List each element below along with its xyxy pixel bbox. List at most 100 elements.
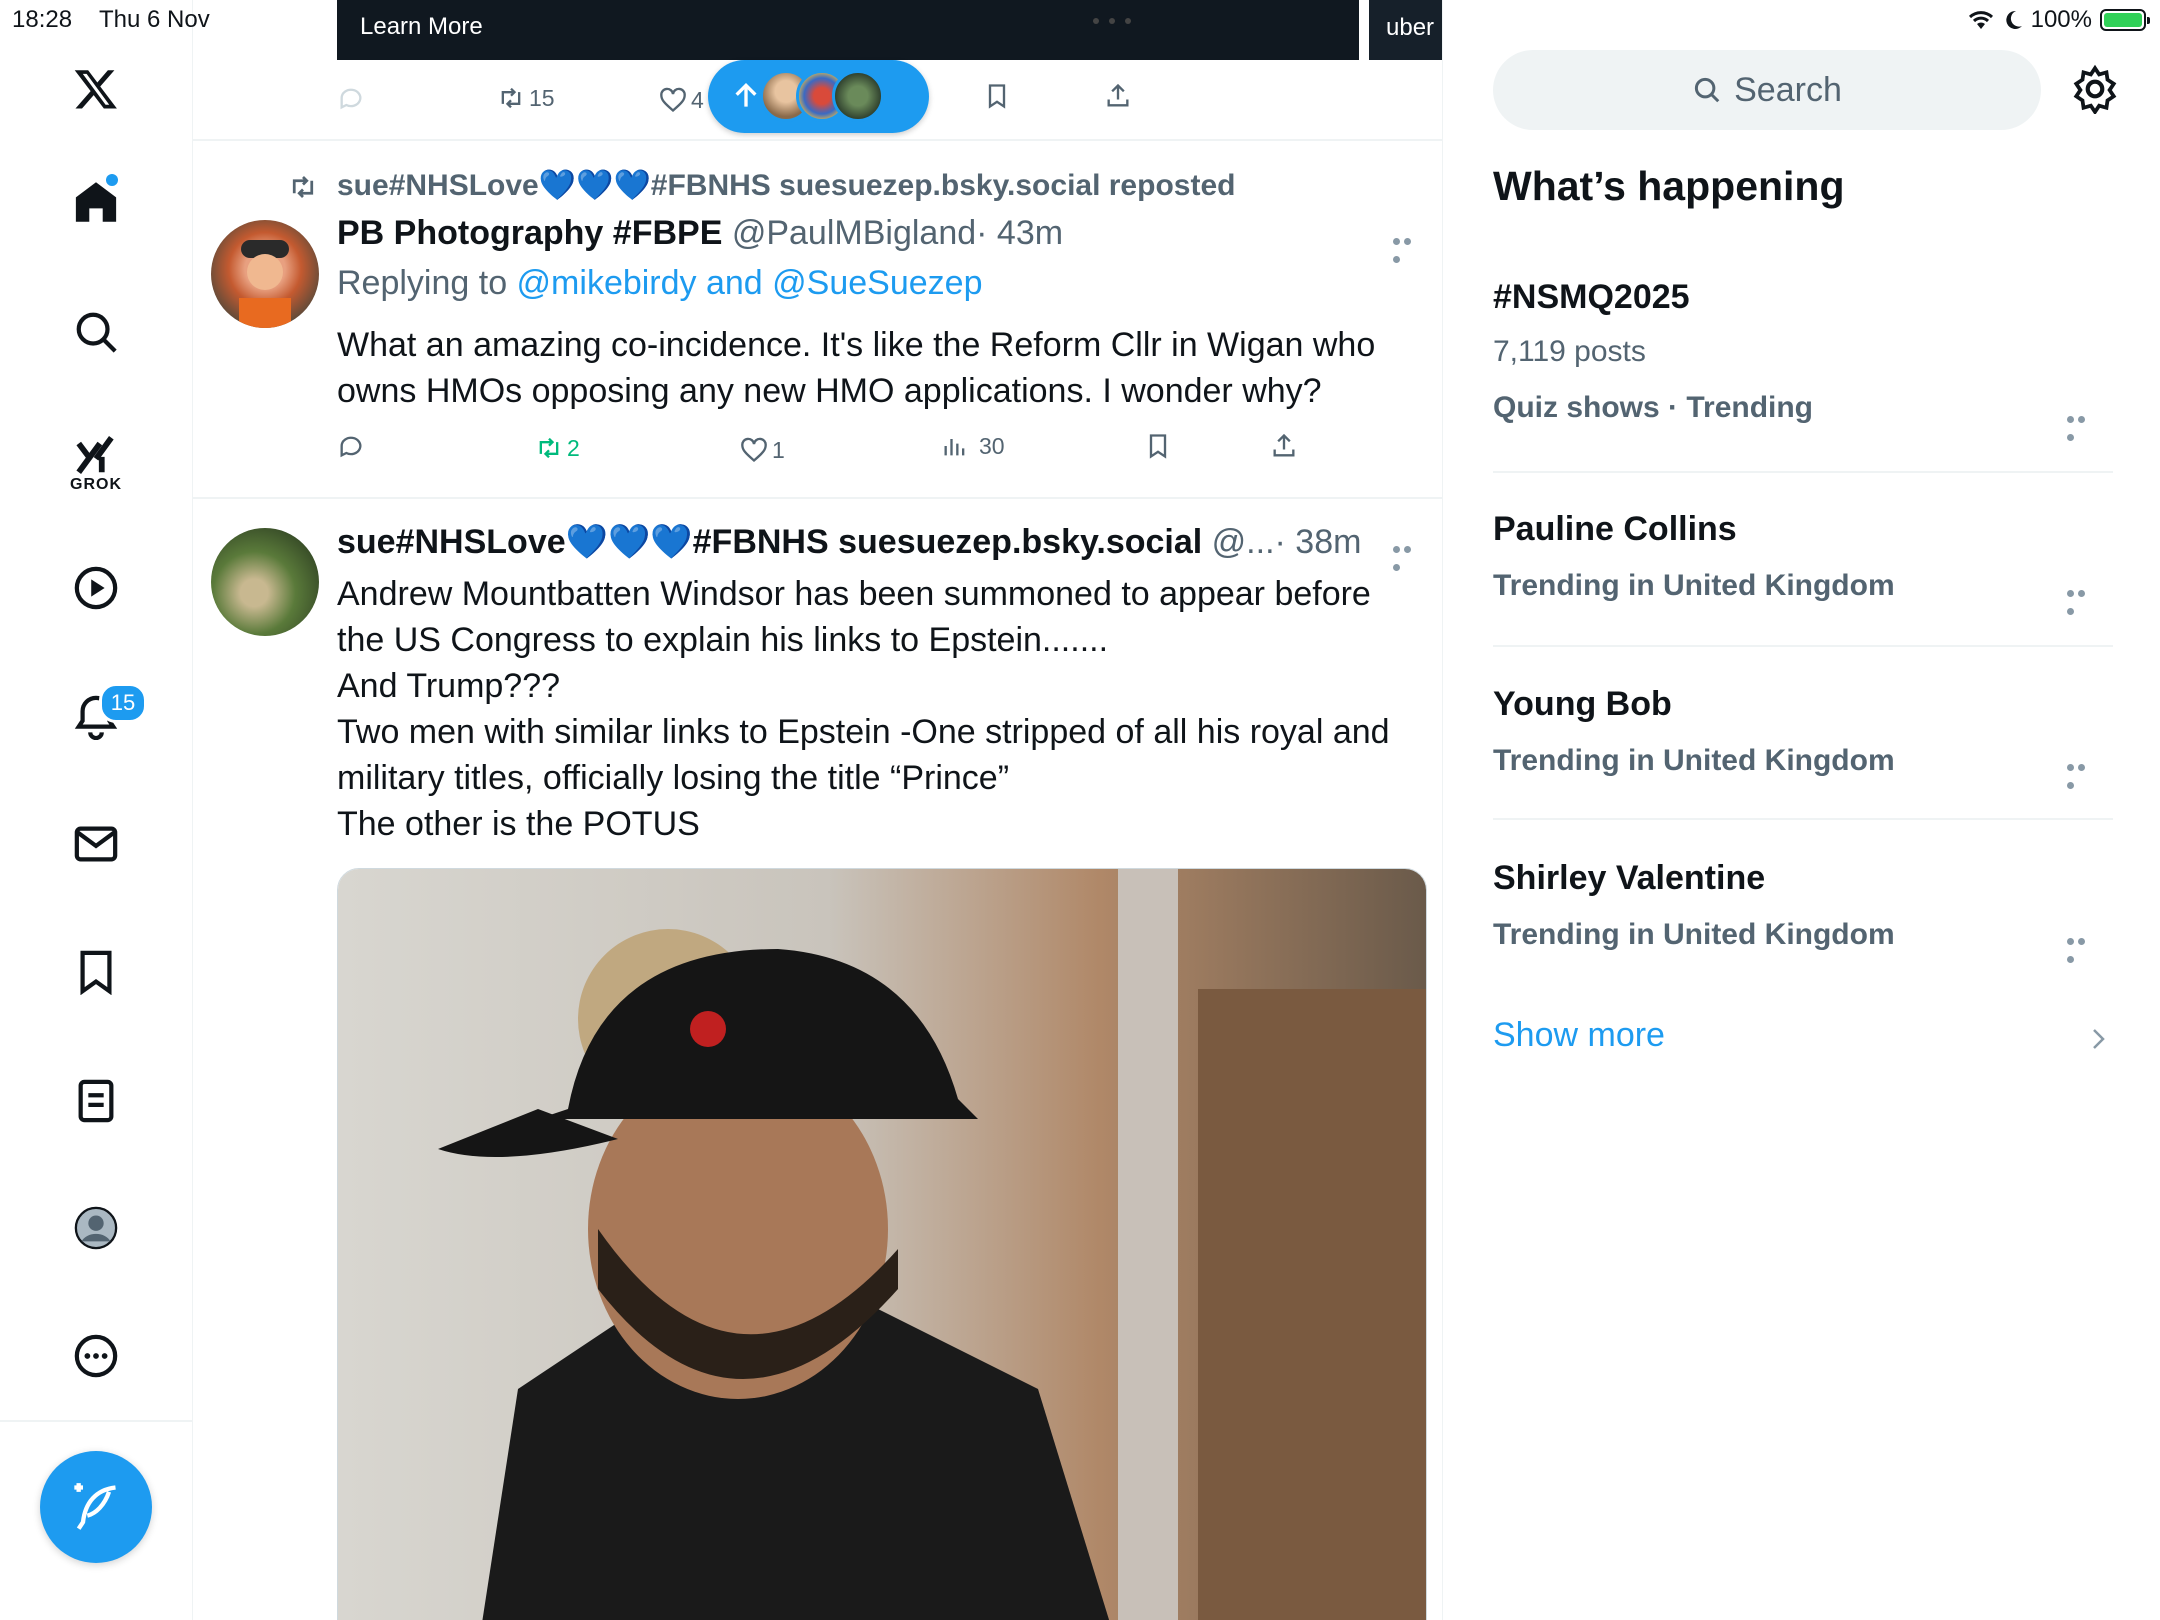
nav-divider bbox=[0, 1420, 192, 1422]
left-nav: GROK 15 bbox=[0, 0, 193, 1620]
trend-context: Trending in United Kingdom bbox=[1493, 918, 1895, 951]
top-like-count: 4 bbox=[691, 86, 704, 113]
search-input[interactable]: Search bbox=[1493, 50, 2041, 130]
compose-button[interactable] bbox=[40, 1451, 152, 1563]
trend-more-icon[interactable] bbox=[2067, 584, 2097, 615]
search-icon bbox=[1695, 77, 1720, 103]
tweet1-like-count: 1 bbox=[772, 436, 785, 463]
tweet1-views-count: 30 bbox=[979, 432, 1005, 459]
new-posts-pill[interactable] bbox=[708, 60, 929, 133]
retweet-icon bbox=[501, 87, 521, 109]
trend-item[interactable]: Shirley Valentine Trending in United Kin… bbox=[1493, 859, 2113, 952]
notifications-badge: 15 bbox=[99, 683, 147, 723]
trend-divider bbox=[1493, 645, 2113, 647]
trend-posts: 7,119 posts bbox=[1493, 335, 1646, 368]
heart-icon bbox=[741, 437, 767, 463]
x-logo-icon[interactable] bbox=[66, 59, 126, 119]
top-like-button[interactable]: 4 bbox=[659, 86, 704, 114]
home-unread-dot bbox=[106, 174, 118, 186]
arrow-up-icon bbox=[735, 82, 757, 107]
status-time: 18:28 bbox=[12, 6, 73, 33]
tweet1-reply-button[interactable] bbox=[337, 432, 365, 460]
search-placeholder: Search bbox=[1734, 70, 1842, 109]
trend-context: Trending in United Kingdom bbox=[1493, 569, 1895, 602]
tweet1-views-button[interactable]: 30 bbox=[941, 432, 1005, 460]
tweet2-text-line: military titles, officially losing the t… bbox=[337, 759, 1010, 797]
tweet1-more-icon[interactable] bbox=[1393, 232, 1423, 263]
pill-avatar-3 bbox=[832, 70, 884, 122]
tweet1-share-button[interactable] bbox=[1270, 432, 1298, 460]
trend-item[interactable]: Pauline Collins Trending in United Kingd… bbox=[1493, 510, 2113, 603]
tweet1-bookmark-button[interactable] bbox=[1144, 432, 1172, 460]
tweet1-handle[interactable]: @PaulMBigland bbox=[732, 214, 976, 252]
trend-item[interactable]: Young Bob Trending in United Kingdom bbox=[1493, 685, 2113, 778]
tweet1-header: PB Photography #FBPE @PaulMBigland· 43m bbox=[337, 214, 1063, 253]
bookmark-icon bbox=[1149, 434, 1167, 459]
trend-divider bbox=[1493, 471, 2113, 473]
more-icon[interactable] bbox=[66, 1326, 126, 1386]
replying-to-link[interactable]: @mikebirdy and @SueSuezep bbox=[517, 264, 983, 302]
tweet1-text-line: What an amazing co-incidence. It's like … bbox=[337, 326, 1376, 364]
trend-name: Shirley Valentine bbox=[1493, 859, 1766, 897]
profile-icon[interactable] bbox=[66, 1198, 126, 1258]
chevron-right-icon[interactable] bbox=[2088, 1024, 2110, 1054]
tweet2-time[interactable]: · 38m bbox=[1275, 523, 1362, 561]
tweet1-replying: Replying to @mikebirdy and @SueSuezep bbox=[337, 264, 983, 303]
tweet1-author[interactable]: PB Photography #FBPE bbox=[337, 214, 722, 252]
tweet2-handle[interactable]: @... bbox=[1212, 523, 1275, 561]
wifi-icon bbox=[1968, 11, 1993, 29]
top-reply-button[interactable] bbox=[337, 84, 365, 112]
views-icon bbox=[944, 439, 965, 456]
video-icon[interactable] bbox=[66, 558, 126, 618]
reposted-icon bbox=[285, 172, 325, 202]
tweet-separator bbox=[193, 497, 1442, 499]
settings-gear-icon[interactable] bbox=[2070, 64, 2120, 116]
tweet2-text-line: Two men with similar links to Epstein -O… bbox=[337, 713, 1390, 751]
trend-context: Quiz shows · Trending bbox=[1493, 391, 1814, 424]
trend-divider bbox=[1493, 818, 2113, 820]
search-icon[interactable] bbox=[66, 302, 126, 362]
top-bookmark-button[interactable] bbox=[983, 82, 1011, 110]
trend-item[interactable]: #NSMQ2025 7,119 posts Quiz shows · Trend… bbox=[1493, 278, 2113, 425]
top-retweet-button[interactable]: 15 bbox=[497, 84, 555, 112]
whats-happening-title: What’s happening bbox=[1493, 163, 1845, 209]
moon-icon bbox=[2005, 10, 2022, 29]
tweet2-author[interactable]: sue#NHSLove💙💙💙#FBNHS suesuezep.bsky.soci… bbox=[337, 523, 1202, 561]
share-icon bbox=[1273, 433, 1295, 457]
repost-line[interactable]: sue#NHSLove💙💙💙#FBNHS suesuezep.bsky.soci… bbox=[337, 168, 1235, 203]
tweet1-time[interactable]: · 43m bbox=[976, 214, 1063, 252]
share-icon bbox=[1107, 83, 1129, 107]
trend-name: Pauline Collins bbox=[1493, 510, 1737, 548]
battery-icon bbox=[2100, 9, 2150, 31]
bookmark-icon bbox=[988, 84, 1006, 109]
media-photo bbox=[338, 869, 1426, 1620]
trend-more-icon[interactable] bbox=[2067, 410, 2097, 441]
tweet-separator bbox=[193, 139, 1442, 141]
top-share-button[interactable] bbox=[1104, 82, 1132, 110]
top-retweet-count: 15 bbox=[529, 84, 555, 111]
lists-icon[interactable] bbox=[66, 1071, 126, 1131]
tweet1-like-button[interactable]: 1 bbox=[740, 436, 785, 464]
home-feed[interactable]: Learn More uber 15 4 sue#NHSLove💙💙💙#FBNH… bbox=[193, 0, 1443, 1620]
tweet1-avatar[interactable] bbox=[211, 220, 319, 328]
show-more-link[interactable]: Show more bbox=[1493, 1016, 1665, 1055]
trend-more-icon[interactable] bbox=[2067, 758, 2097, 789]
tweet2-more-icon[interactable] bbox=[1393, 540, 1423, 571]
trend-more-icon[interactable] bbox=[2067, 932, 2097, 963]
heart-icon bbox=[660, 87, 686, 113]
tweet1-retweet-button[interactable]: 2 bbox=[535, 434, 580, 462]
retweet-icon bbox=[539, 437, 559, 459]
tweet2-media-image[interactable] bbox=[337, 868, 1427, 1620]
reply-icon bbox=[340, 436, 362, 458]
status-bar: 18:28 Thu 6 Nov 100% bbox=[0, 0, 2160, 40]
trend-name: #NSMQ2025 bbox=[1493, 278, 1690, 316]
bookmarks-icon[interactable] bbox=[66, 942, 126, 1002]
messages-icon[interactable] bbox=[66, 814, 126, 874]
replying-prefix: Replying to bbox=[337, 264, 517, 302]
tweet1-text-line: owns HMOs opposing any new HMO applicati… bbox=[337, 372, 1322, 410]
tweet2-avatar[interactable] bbox=[211, 528, 319, 636]
trend-context: Trending in United Kingdom bbox=[1493, 744, 1895, 777]
reply-icon bbox=[340, 88, 362, 110]
trend-name: Young Bob bbox=[1493, 685, 1672, 723]
battery-percent: 100% bbox=[2030, 6, 2092, 33]
